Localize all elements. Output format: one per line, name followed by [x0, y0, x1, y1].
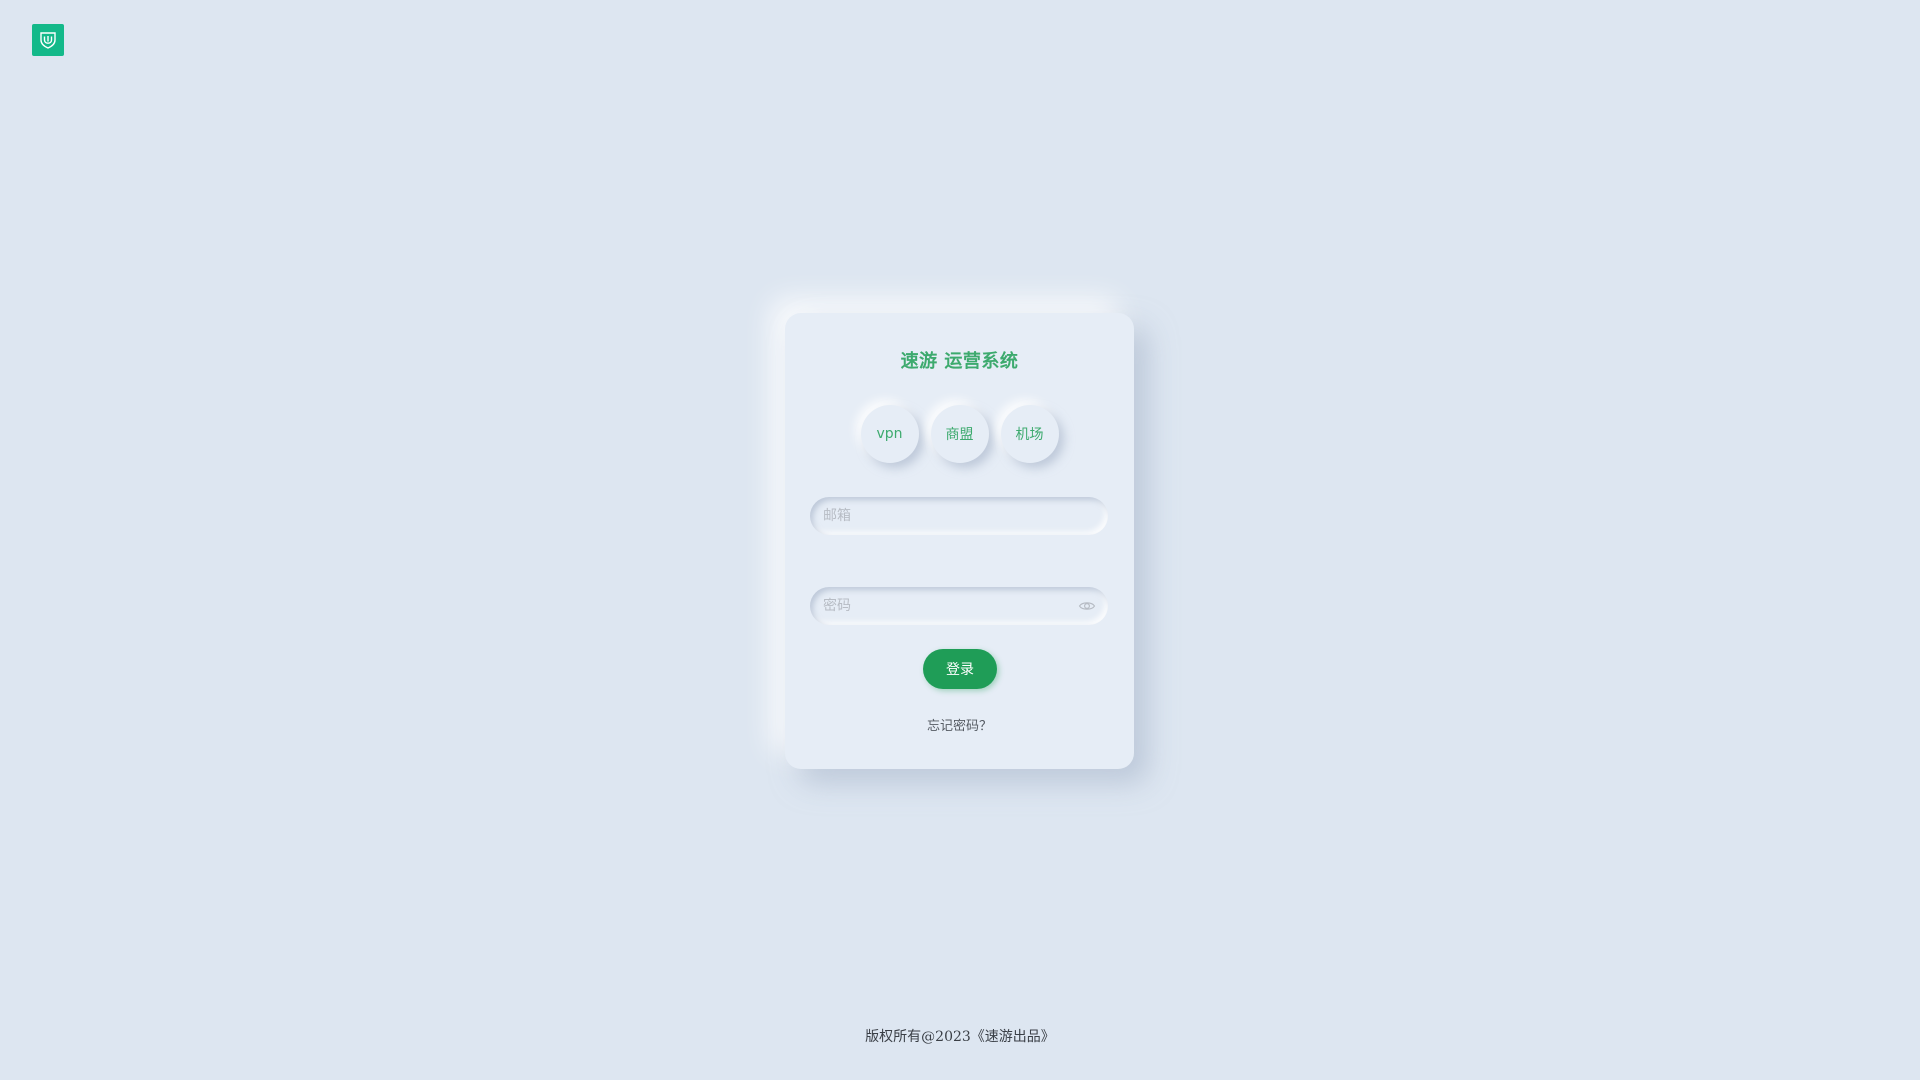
password-field-wrapper — [810, 587, 1108, 625]
forgot-password-link[interactable]: 忘记密码？ — [785, 715, 1134, 734]
tab-vpn[interactable]: vpn — [860, 405, 919, 463]
brand-logo[interactable] — [32, 24, 64, 56]
eye-icon[interactable] — [1078, 598, 1096, 614]
password-input[interactable] — [810, 587, 1073, 625]
login-page: 速游 运营系统 vpn 商盟 机场 登录 忘记密码？ 版权所有@2023《速游出… — [0, 0, 1920, 1080]
tab-merchant[interactable]: 商盟 — [930, 405, 989, 463]
login-card: 速游 运营系统 vpn 商盟 机场 登录 忘记密码？ — [785, 313, 1134, 769]
login-title: 速游 运营系统 — [900, 351, 1019, 372]
tab-airport[interactable]: 机场 — [1000, 405, 1059, 463]
footer-copyright: 版权所有@2023《速游出品》 — [865, 1029, 1055, 1045]
email-field-wrapper — [810, 497, 1108, 535]
email-input[interactable] — [810, 497, 1073, 535]
login-button[interactable]: 登录 — [923, 649, 997, 689]
brand-shield-icon — [40, 32, 56, 49]
system-tabs: vpn 商盟 机场 — [785, 405, 1134, 463]
